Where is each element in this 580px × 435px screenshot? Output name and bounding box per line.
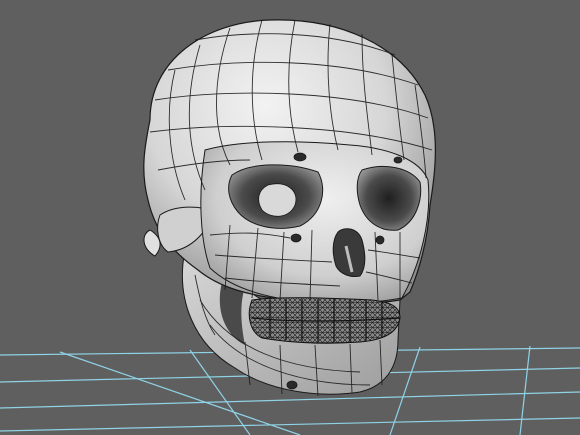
viewport-canvas[interactable] [0,0,580,435]
3d-viewport[interactable] [0,0,580,435]
eye-socket-left-inner [258,183,297,217]
